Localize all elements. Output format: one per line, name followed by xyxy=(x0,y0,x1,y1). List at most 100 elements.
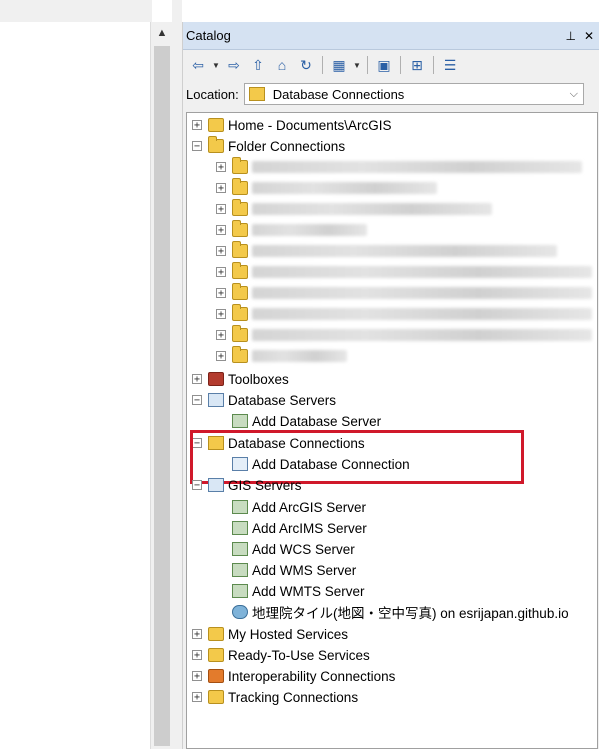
tracking-connections-icon xyxy=(208,690,224,704)
redacted-path xyxy=(252,308,592,320)
catalog-title: Catalog xyxy=(186,28,231,43)
left-pane xyxy=(0,22,150,749)
collapse-icon[interactable]: − xyxy=(192,141,202,152)
toggle-tree-icon[interactable]: ⊞ xyxy=(406,54,428,76)
expand-icon[interactable]: + xyxy=(216,204,226,215)
expand-icon[interactable]: + xyxy=(216,267,226,278)
home-icon[interactable]: ⌂ xyxy=(271,54,293,76)
collapse-icon[interactable]: − xyxy=(192,395,202,406)
redacted-path xyxy=(252,329,592,341)
expand-icon[interactable]: + xyxy=(192,374,202,385)
refresh-icon[interactable]: ↻ xyxy=(295,54,317,76)
tree-item-ready-to-use-services[interactable]: + Ready-To-Use Services xyxy=(192,645,370,665)
tree-item-add-wmts-server[interactable]: Add WMTS Server xyxy=(232,581,365,601)
views-dropdown-icon[interactable]: ▼ xyxy=(352,61,362,70)
toolbar-separator xyxy=(400,56,401,74)
back-icon[interactable]: ⇦ xyxy=(187,54,209,76)
expand-icon[interactable]: + xyxy=(216,309,226,320)
database-connections-icon xyxy=(248,87,265,101)
folder-connection-item[interactable]: + xyxy=(216,178,437,198)
expand-icon[interactable]: + xyxy=(216,351,226,362)
redacted-path xyxy=(252,287,592,299)
tree-item-add-arcims-server[interactable]: Add ArcIMS Server xyxy=(232,518,367,538)
expand-icon[interactable]: + xyxy=(216,330,226,341)
tree-item-tracking-connections[interactable]: + Tracking Connections xyxy=(192,687,358,707)
views-icon[interactable]: ▦ xyxy=(328,54,350,76)
toolbar-separator xyxy=(433,56,434,74)
catalog-window: Catalog ⊥ ✕ ⇦ ▼ ⇨ ⇧ ⌂ ↻ ▦ ▼ ▣ ⊞ ☰ Locati… xyxy=(182,22,599,749)
expand-icon[interactable]: + xyxy=(192,671,202,682)
chevron-down-icon[interactable]: ⌵ xyxy=(565,88,583,101)
location-dropdown[interactable]: Database Connections ⌵ xyxy=(243,83,584,105)
collapse-icon[interactable]: − xyxy=(192,480,202,491)
folder-icon xyxy=(232,157,248,174)
expand-icon[interactable]: + xyxy=(216,246,226,257)
add-server-icon xyxy=(232,414,248,428)
interoperability-icon xyxy=(208,669,224,683)
tree-item-folder-connections[interactable]: − Folder Connections xyxy=(192,136,345,156)
folder-connection-item[interactable]: + xyxy=(216,199,492,219)
folder-icon xyxy=(232,346,248,363)
folder-connections-icon xyxy=(208,136,224,153)
expand-icon[interactable]: + xyxy=(192,629,202,640)
up-icon[interactable]: ⇧ xyxy=(247,54,269,76)
folder-connection-item[interactable]: + xyxy=(216,304,592,324)
tree-item-my-hosted-services[interactable]: + My Hosted Services xyxy=(192,624,348,644)
tree-item-add-wms-server[interactable]: Add WMS Server xyxy=(232,560,356,580)
database-server-icon xyxy=(208,393,224,407)
tree-item-add-arcgis-server[interactable]: Add ArcGIS Server xyxy=(232,497,366,517)
options-icon[interactable]: ☰ xyxy=(439,54,461,76)
folder-connection-item[interactable]: + xyxy=(216,157,582,177)
left-pane-header xyxy=(0,0,152,23)
expand-icon[interactable]: + xyxy=(192,692,202,703)
toolbar-separator xyxy=(367,56,368,74)
catalog-toolbar: ⇦ ▼ ⇨ ⇧ ⌂ ↻ ▦ ▼ ▣ ⊞ ☰ xyxy=(183,50,599,80)
forward-icon[interactable]: ⇨ xyxy=(223,54,245,76)
folder-icon xyxy=(232,304,248,321)
expand-icon[interactable]: + xyxy=(216,183,226,194)
tree-item-database-connections[interactable]: − Database Connections xyxy=(192,433,365,453)
tree-item-toolboxes[interactable]: + Toolboxes xyxy=(192,369,289,389)
expand-icon[interactable]: + xyxy=(216,288,226,299)
scroll-up-button[interactable]: ▲ xyxy=(151,22,173,44)
catalog-tree[interactable]: + Home - Documents\ArcGIS − Folder Conne… xyxy=(186,112,598,749)
tree-item-wmts-tile-service[interactable]: 地理院タイル(地図・空中写真) on esrijapan.github.io xyxy=(232,602,569,622)
folder-connection-item[interactable]: + xyxy=(216,262,592,282)
redacted-path xyxy=(252,182,437,194)
gis-servers-icon xyxy=(208,478,224,492)
tree-item-database-servers[interactable]: − Database Servers xyxy=(192,390,336,410)
tree-item-add-database-server[interactable]: Add Database Server xyxy=(232,411,381,431)
expand-icon[interactable]: + xyxy=(192,120,202,131)
folder-icon xyxy=(232,283,248,300)
toolbar-separator xyxy=(322,56,323,74)
toolbox-icon xyxy=(208,372,224,386)
folder-icon xyxy=(232,199,248,216)
hosted-services-icon xyxy=(208,627,224,641)
tree-item-gis-servers[interactable]: − GIS Servers xyxy=(192,475,302,495)
tree-item-interoperability-connections[interactable]: + Interoperability Connections xyxy=(192,666,395,686)
add-database-connection-icon xyxy=(232,457,248,471)
tree-item-add-wcs-server[interactable]: Add WCS Server xyxy=(232,539,355,559)
back-dropdown-icon[interactable]: ▼ xyxy=(211,61,221,70)
folder-icon xyxy=(232,241,248,258)
tree-item-home[interactable]: + Home - Documents\ArcGIS xyxy=(192,115,392,135)
close-icon[interactable]: ✕ xyxy=(584,29,594,43)
collapse-icon[interactable]: − xyxy=(192,438,202,449)
left-scrollbar[interactable]: ▲ xyxy=(150,22,173,749)
folder-icon xyxy=(232,178,248,195)
add-server-icon xyxy=(232,542,248,556)
pin-icon[interactable]: ⊥ xyxy=(565,29,575,43)
folder-connection-item[interactable]: + xyxy=(216,220,367,240)
expand-icon[interactable]: + xyxy=(216,162,226,173)
folder-connection-item[interactable]: + xyxy=(216,325,592,345)
folder-connection-item[interactable]: + xyxy=(216,283,592,303)
expand-icon[interactable]: + xyxy=(192,650,202,661)
folder-icon xyxy=(232,325,248,342)
expand-icon[interactable]: + xyxy=(216,225,226,236)
scroll-thumb[interactable] xyxy=(154,46,170,746)
connect-folder-icon[interactable]: ▣ xyxy=(373,54,395,76)
folder-connection-item[interactable]: + xyxy=(216,241,557,261)
tree-item-add-database-connection[interactable]: Add Database Connection xyxy=(232,454,410,474)
splitter[interactable] xyxy=(172,0,182,749)
folder-connection-item[interactable]: + xyxy=(216,346,347,366)
